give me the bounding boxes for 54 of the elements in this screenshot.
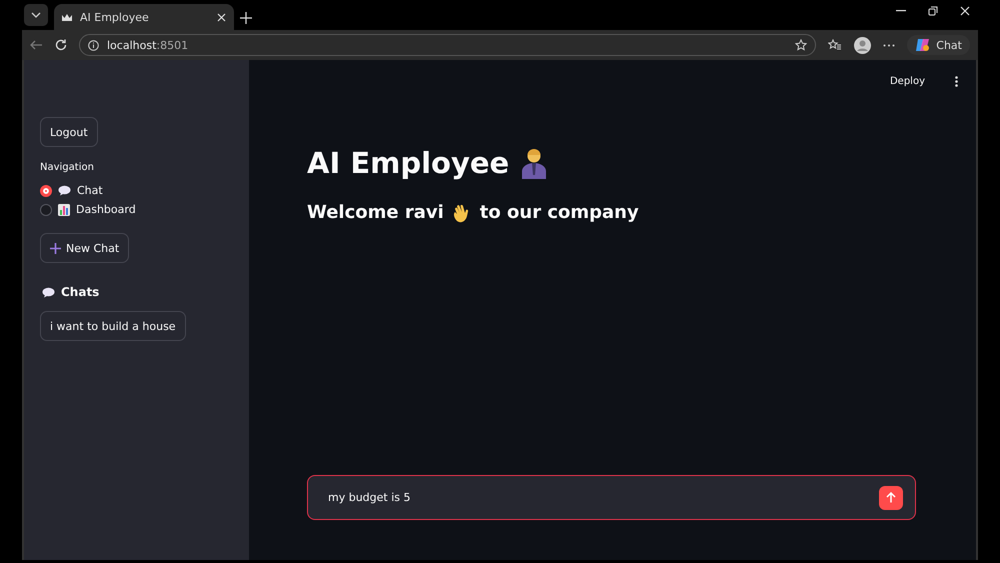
arrow-up-icon [886, 492, 896, 503]
reload-icon [55, 39, 67, 51]
send-button[interactable] [879, 486, 903, 510]
welcome-text: to our company [480, 202, 639, 223]
close-tab-button[interactable] [217, 12, 226, 22]
address-bar[interactable]: localhost:8501 [79, 34, 816, 56]
radio-button[interactable] [40, 204, 52, 216]
avatar-icon [854, 36, 872, 54]
copilot-chat-button[interactable]: Chat [907, 35, 970, 55]
plus-icon [240, 12, 252, 24]
restore-icon [928, 6, 938, 16]
nav-item-label[interactable]: Chat [77, 184, 103, 197]
tab-list-button[interactable] [24, 4, 48, 26]
navigation-label: Navigation [40, 162, 94, 173]
office-worker-icon [521, 147, 548, 179]
speech-bubble-icon [58, 185, 71, 196]
chevron-down-icon [31, 12, 41, 18]
close-icon [217, 12, 226, 22]
close-icon [960, 6, 970, 16]
page-title: AI Employee [307, 146, 510, 180]
chat-history-button[interactable]: i want to build a house [40, 311, 186, 341]
close-window-button[interactable] [960, 6, 970, 16]
welcome-text: Welcome ravi [307, 202, 444, 223]
menu-button[interactable] [955, 75, 958, 90]
plus-icon [50, 242, 61, 254]
favorites-button[interactable] [828, 39, 842, 51]
profile-button[interactable] [854, 36, 872, 54]
speech-bubble-icon [42, 286, 55, 298]
deploy-button[interactable]: Deploy [884, 75, 931, 88]
chat-input-bar[interactable]: my budget is 5 [307, 475, 916, 520]
star-list-icon [828, 39, 842, 51]
more-icon [883, 44, 896, 46]
star-icon[interactable] [795, 39, 808, 51]
restore-button[interactable] [928, 6, 938, 16]
reload-button[interactable] [55, 39, 67, 51]
radio-button[interactable] [40, 184, 52, 196]
colorful-swirl-icon [915, 38, 932, 52]
message-field[interactable]: my budget is 5 [326, 490, 879, 505]
bar-chart-icon [58, 204, 70, 216]
tab-title: AI Employee [80, 10, 150, 24]
url-text: localhost:8501 [107, 38, 188, 52]
new-tab-button[interactable] [240, 12, 252, 24]
more-button[interactable] [883, 44, 896, 46]
new-chat-button[interactable]: New Chat [40, 233, 130, 263]
crown-icon [62, 13, 72, 21]
back-arrow-icon [30, 40, 43, 50]
nav-item-label[interactable]: Dashboard [76, 203, 136, 216]
info-icon [88, 40, 99, 50]
back-button[interactable] [30, 40, 43, 50]
chats-heading: Chats [61, 285, 100, 299]
logout-button[interactable]: Logout [40, 117, 98, 147]
browser-tab[interactable]: AI Employee [54, 4, 234, 30]
menu-icon [955, 76, 958, 87]
minimize-icon [896, 10, 906, 12]
